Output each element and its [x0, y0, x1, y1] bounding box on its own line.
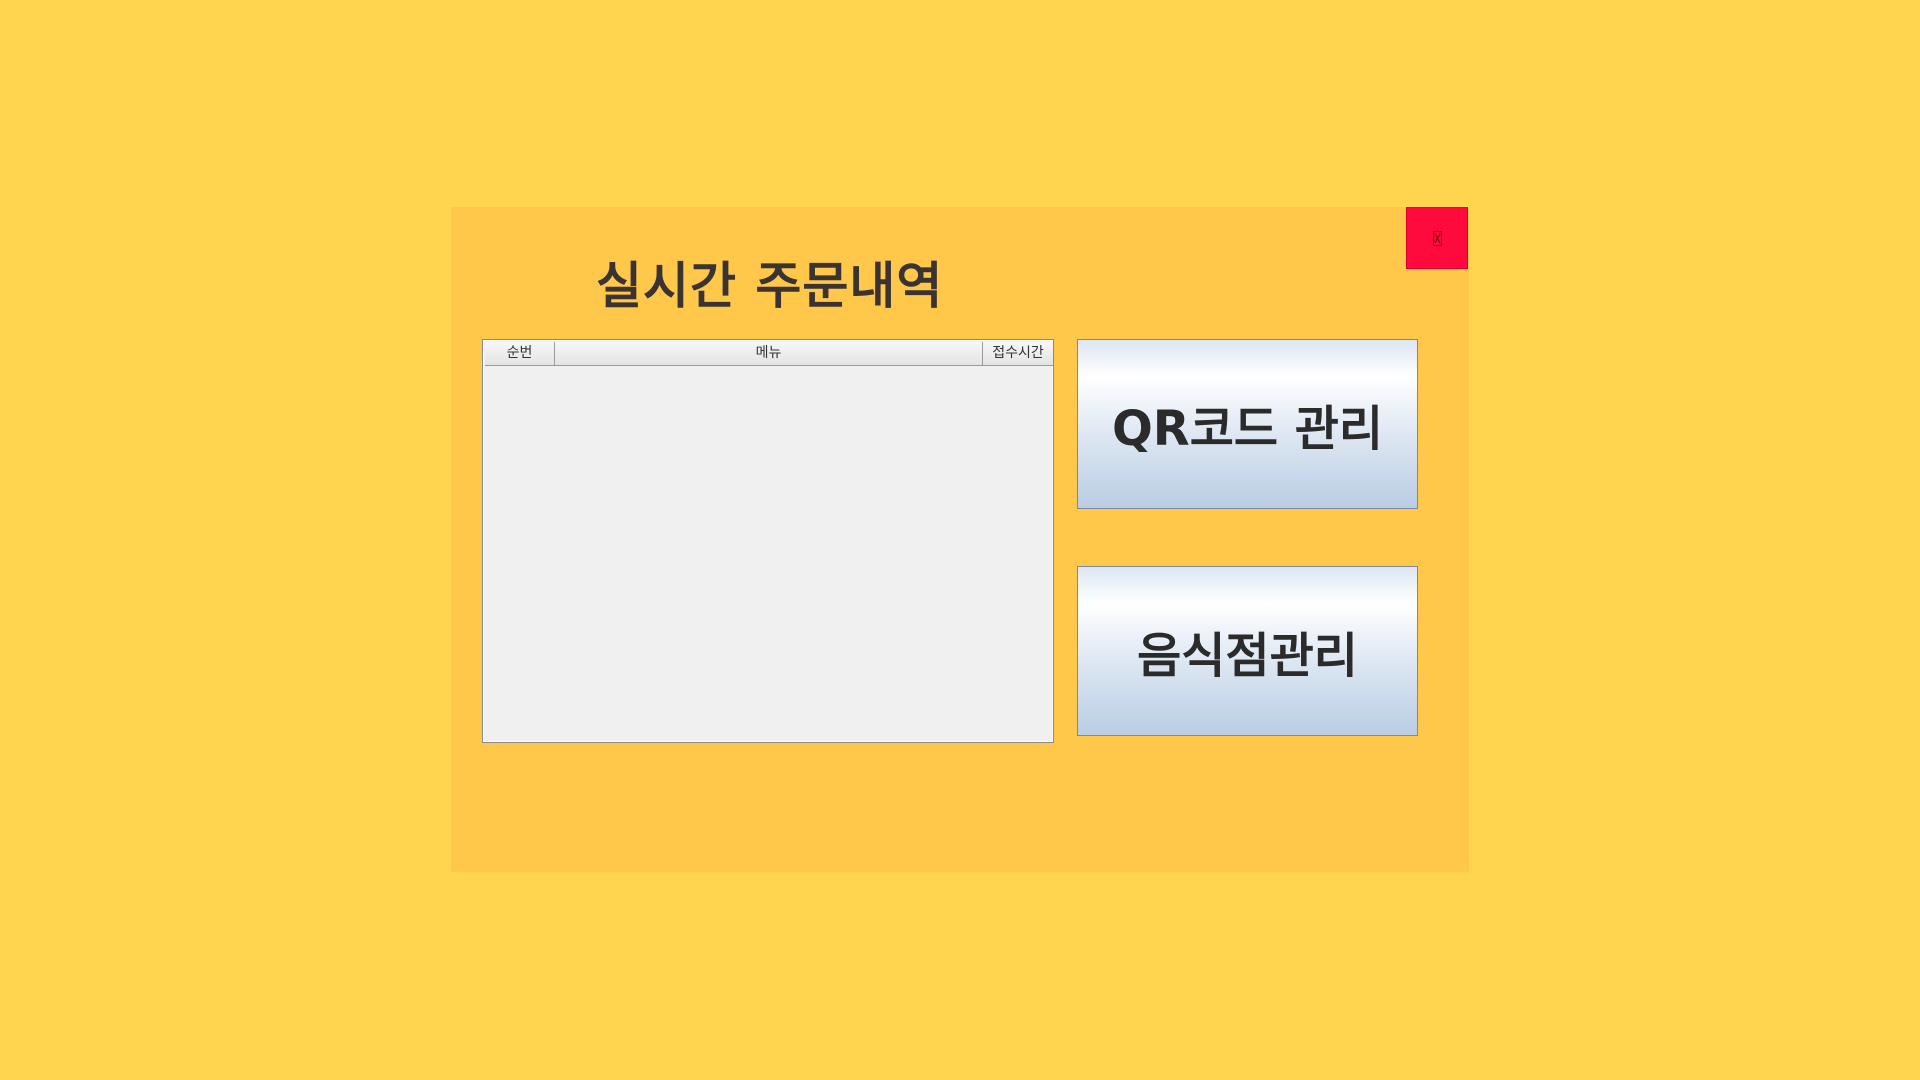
close-button[interactable]: [1406, 207, 1468, 269]
close-icon: [1432, 230, 1442, 246]
orders-table[interactable]: 순번 메뉴 접수시간: [482, 339, 1054, 743]
table-body[interactable]: [485, 366, 1051, 740]
qr-code-manage-button[interactable]: QR코드 관리: [1077, 339, 1418, 509]
column-header-received-time[interactable]: 접수시간: [983, 342, 1053, 366]
column-header-menu[interactable]: 메뉴: [555, 342, 983, 366]
restaurant-manage-button[interactable]: 음식점관리: [1077, 566, 1418, 736]
table-header: 순번 메뉴 접수시간: [485, 342, 1053, 366]
page-title: 실시간 주문내역: [596, 257, 944, 315]
column-header-number[interactable]: 순번: [485, 342, 555, 366]
